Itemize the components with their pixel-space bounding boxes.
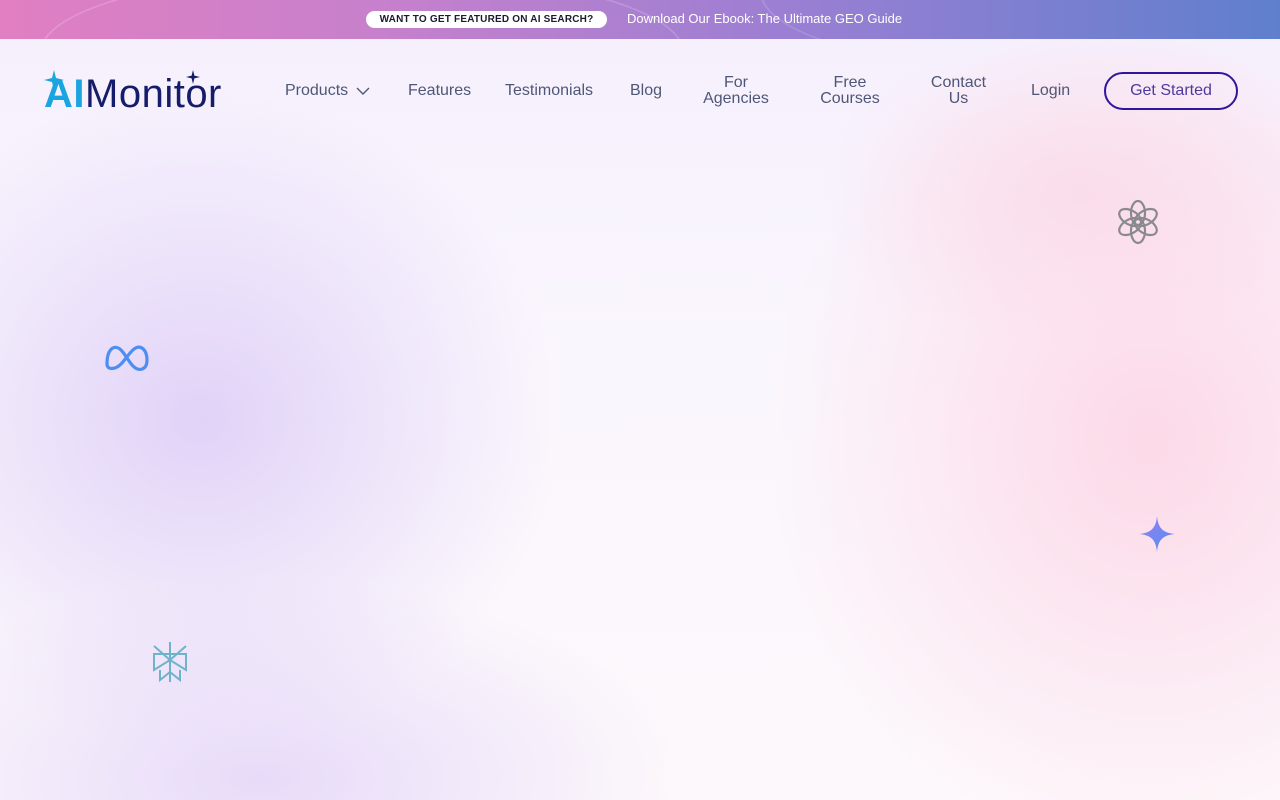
get-started-button[interactable]: Get Started <box>1104 72 1238 110</box>
promo-pill: WANT TO GET FEATURED ON AI SEARCH? <box>366 11 607 28</box>
logo-sparkle-small-icon <box>186 70 200 84</box>
openai-icon <box>1118 199 1158 245</box>
nav-testimonials[interactable]: Testimonials <box>505 83 593 99</box>
chevron-down-icon <box>356 87 370 95</box>
nav-free-courses[interactable]: Free Courses <box>810 75 890 107</box>
logo-monitor-text: Monitor <box>85 72 222 116</box>
promo-banner: WANT TO GET FEATURED ON AI SEARCH? Downl… <box>0 0 1280 39</box>
nav-login[interactable]: Login <box>1031 83 1070 99</box>
hero-background <box>0 39 1280 800</box>
meta-icon <box>105 345 149 371</box>
ebook-download-link[interactable]: Download Our Ebook: The Ultimate GEO Gui… <box>627 11 902 26</box>
nav-blog[interactable]: Blog <box>630 83 662 99</box>
site-logo[interactable]: AI Monitor <box>44 70 222 114</box>
nav-products[interactable]: Products <box>285 83 370 99</box>
perplexity-icon <box>153 642 187 683</box>
gemini-sparkle-icon <box>1139 516 1175 552</box>
nav-contact-us[interactable]: Contact Us <box>922 75 995 107</box>
nav-features[interactable]: Features <box>408 83 471 99</box>
logo-sparkle-icon <box>44 70 64 90</box>
nav-for-agencies[interactable]: For Agencies <box>693 75 779 107</box>
nav-products-label: Products <box>285 82 349 99</box>
